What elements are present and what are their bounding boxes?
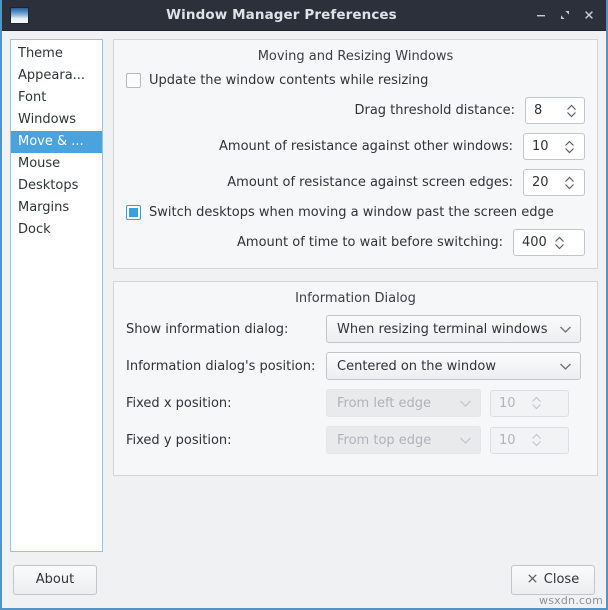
category-list[interactable]: Theme Appeara... Font Windows Move & ...… [10, 39, 103, 552]
chevron-down-icon [559, 325, 572, 334]
about-button[interactable]: About [13, 564, 97, 595]
spinner-arrows-icon[interactable] [564, 139, 575, 155]
fixed-y-anchor-value: From top edge [337, 432, 432, 448]
sidebar-item-font[interactable]: Font [11, 87, 102, 109]
information-dialog-group: Information Dialog Show information dial… [113, 281, 598, 476]
resistance-edges-spinner[interactable]: 20 [523, 169, 585, 196]
sidebar-item-move-resize[interactable]: Move & ... [11, 131, 102, 153]
information-dialog-title: Information Dialog [295, 291, 416, 306]
maximize-icon [561, 11, 569, 19]
drag-threshold-label: Drag threshold distance: [354, 103, 515, 118]
fixed-y-row: Fixed y position: From top edge 10 [126, 426, 585, 454]
x-icon [527, 573, 538, 587]
wait-time-value[interactable]: 400 [522, 235, 548, 250]
minimize-button[interactable] [530, 4, 552, 26]
resistance-edges-row: Amount of resistance against screen edge… [126, 169, 585, 196]
resistance-edges-value[interactable]: 20 [532, 175, 558, 190]
dialog-position-dropdown[interactable]: Centered on the window [326, 352, 581, 380]
wait-time-row: Amount of time to wait before switching:… [126, 229, 585, 256]
sidebar-item-appearance[interactable]: Appeara... [11, 65, 102, 87]
checkbox-box-unchecked[interactable] [126, 73, 141, 88]
sidebar-item-margins[interactable]: Margins [11, 197, 102, 219]
drag-threshold-row: Drag threshold distance: 8 [126, 97, 585, 124]
fixed-y-label: Fixed y position: [126, 432, 232, 448]
show-dialog-dropdown[interactable]: When resizing terminal windows [326, 315, 581, 343]
spinner-arrows-icon [531, 395, 542, 411]
sidebar-item-desktops[interactable]: Desktops [11, 175, 102, 197]
show-dialog-row: Show information dialog: When resizing t… [126, 315, 585, 343]
moving-resizing-group: Moving and Resizing Windows Update the w… [113, 39, 598, 269]
window-icon [10, 6, 29, 24]
sidebar-item-theme[interactable]: Theme [11, 43, 102, 65]
maximize-button[interactable] [554, 4, 576, 26]
spinner-arrows-icon[interactable] [566, 103, 577, 119]
switch-desktops-label: Switch desktops when moving a window pas… [149, 205, 554, 220]
switch-desktops-checkbox[interactable]: Switch desktops when moving a window pas… [126, 205, 554, 220]
chevron-down-icon [459, 399, 472, 408]
preferences-window: Window Manager Preferences Theme Appeara… [0, 0, 608, 610]
fixed-x-value: 10 [499, 395, 516, 411]
window-body: Theme Appeara... Font Windows Move & ...… [2, 31, 606, 552]
fixed-x-row: Fixed x position: From left edge 10 [126, 389, 585, 417]
chevron-down-icon [559, 362, 572, 371]
spinner-arrows-icon[interactable] [564, 175, 575, 191]
moving-resizing-title: Moving and Resizing Windows [257, 49, 454, 64]
fixed-x-label: Fixed x position: [126, 395, 232, 411]
drag-threshold-spinner[interactable]: 8 [525, 97, 585, 124]
dialog-position-value: Centered on the window [337, 358, 496, 374]
close-button-label: Close [543, 572, 580, 587]
fixed-x-spinner: 10 [490, 389, 569, 417]
checkbox-box-checked[interactable] [126, 205, 141, 220]
resistance-windows-spinner[interactable]: 10 [523, 133, 585, 160]
close-button[interactable] [578, 4, 600, 26]
titlebar: Window Manager Preferences [2, 0, 606, 31]
dialog-position-row: Information dialog's position: Centered … [126, 352, 585, 380]
wait-time-spinner[interactable]: 400 [513, 229, 585, 256]
show-dialog-label: Show information dialog: [126, 321, 289, 337]
resistance-edges-label: Amount of resistance against screen edge… [227, 175, 513, 190]
wait-time-label: Amount of time to wait before switching: [237, 235, 503, 250]
spinner-arrows-icon[interactable] [554, 235, 565, 251]
resistance-windows-row: Amount of resistance against other windo… [126, 133, 585, 160]
resistance-windows-label: Amount of resistance against other windo… [219, 139, 513, 154]
fixed-y-anchor-dropdown: From top edge [326, 426, 481, 454]
minimize-icon [537, 15, 545, 17]
fixed-x-anchor-dropdown: From left edge [326, 389, 481, 417]
update-contents-row: Update the window contents while resizin… [126, 73, 585, 88]
window-title: Window Manager Preferences [166, 7, 397, 23]
settings-content: Moving and Resizing Windows Update the w… [113, 39, 598, 552]
fixed-x-anchor-value: From left edge [337, 395, 432, 411]
sidebar-item-dock[interactable]: Dock [11, 219, 102, 241]
titlebar-buttons [530, 4, 600, 26]
spinner-arrows-icon [531, 432, 542, 448]
fixed-y-value: 10 [499, 432, 516, 448]
sidebar-item-windows[interactable]: Windows [11, 109, 102, 131]
update-contents-label: Update the window contents while resizin… [149, 73, 429, 88]
dialog-position-label: Information dialog's position: [126, 358, 316, 374]
show-dialog-value: When resizing terminal windows [337, 321, 548, 337]
about-button-label: About [35, 572, 75, 587]
watermark: wsxdn.com [539, 594, 603, 607]
resistance-windows-value[interactable]: 10 [532, 139, 558, 154]
switch-desktops-row: Switch desktops when moving a window pas… [126, 205, 585, 220]
update-contents-checkbox[interactable]: Update the window contents while resizin… [126, 73, 428, 88]
close-icon [585, 11, 593, 19]
chevron-down-icon [459, 436, 472, 445]
footer-bar: About Close [2, 551, 606, 608]
close-dialog-button[interactable]: Close [511, 564, 595, 595]
fixed-y-spinner: 10 [490, 426, 569, 454]
drag-threshold-value[interactable]: 8 [534, 103, 560, 118]
sidebar-item-mouse[interactable]: Mouse [11, 153, 102, 175]
